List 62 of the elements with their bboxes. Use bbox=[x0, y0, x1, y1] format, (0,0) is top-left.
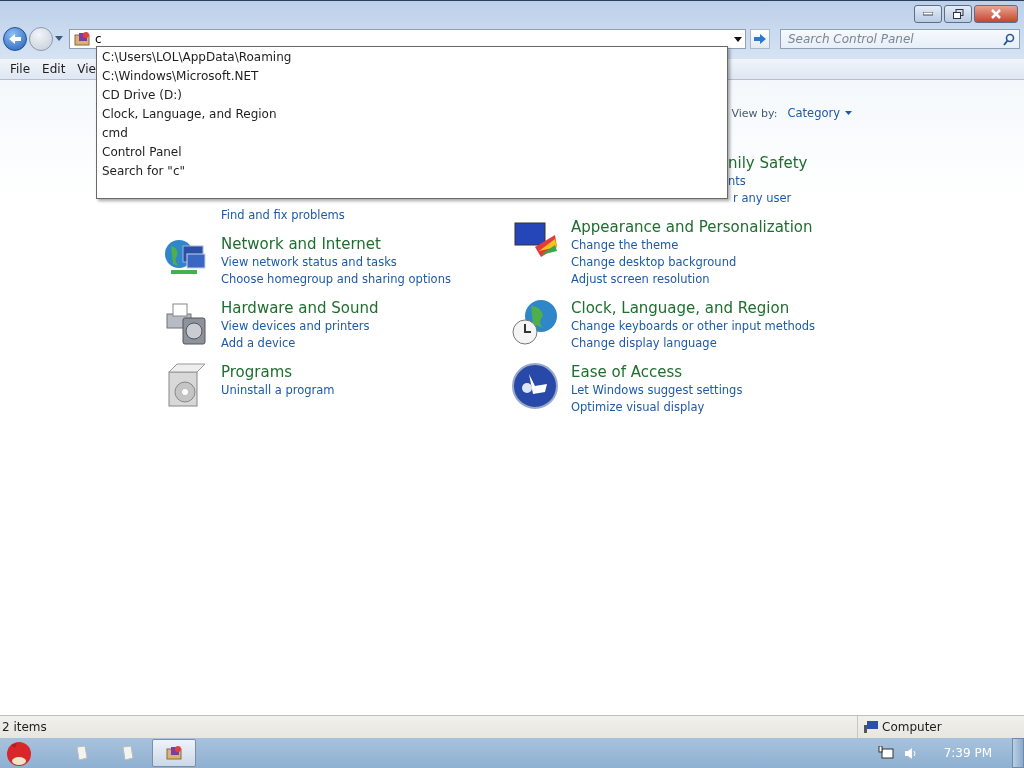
suggestion-item[interactable]: Search for "c" bbox=[97, 162, 727, 181]
minimize-icon bbox=[923, 11, 933, 16]
task-link[interactable]: Change keyboards or other input methods bbox=[571, 318, 816, 335]
suggestion-item[interactable]: CD Drive (D:) bbox=[97, 86, 727, 105]
category-title[interactable]: Hardware and Sound bbox=[221, 298, 379, 318]
task-link[interactable]: Choose homegroup and sharing options bbox=[221, 271, 451, 288]
show-desktop-button[interactable] bbox=[1012, 738, 1024, 768]
task-link[interactable]: Optimize visual display bbox=[571, 399, 705, 416]
menu-item[interactable]: Edit bbox=[36, 62, 72, 76]
restore-icon bbox=[952, 8, 964, 19]
control-panel-icon bbox=[165, 745, 183, 761]
restore-button[interactable] bbox=[944, 4, 972, 23]
task-link[interactable]: Uninstall a program bbox=[221, 382, 335, 399]
taskbar-button[interactable] bbox=[152, 739, 196, 767]
task-link[interactable]: Adjust screen resolution bbox=[571, 271, 710, 288]
task-link[interactable]: r any user bbox=[728, 190, 792, 207]
accessibility-icon bbox=[511, 362, 559, 410]
category-title[interactable]: Clock, Language, and Region bbox=[571, 298, 790, 318]
view-by-dropdown[interactable]: Category bbox=[787, 106, 852, 120]
globe-clock-icon bbox=[511, 298, 559, 346]
task-link[interactable]: Change desktop background bbox=[571, 254, 737, 271]
go-button[interactable] bbox=[750, 29, 770, 49]
task-link[interactable]: Find and fix problems bbox=[221, 207, 345, 224]
category-title[interactable]: Network and Internet bbox=[221, 234, 381, 254]
back-button[interactable] bbox=[3, 27, 27, 51]
right-arrow-icon bbox=[753, 33, 767, 45]
back-arrow-icon bbox=[8, 33, 22, 45]
category-title[interactable]: nily Safety bbox=[728, 153, 808, 173]
recent-pages-caret-icon[interactable] bbox=[55, 36, 63, 42]
suggestion-item[interactable]: cmd bbox=[97, 124, 727, 143]
category-title[interactable]: Ease of Access bbox=[571, 362, 683, 382]
task-link[interactable]: Let Windows suggest settings bbox=[571, 382, 743, 399]
suggestion-item[interactable]: C:\Windows\Microsoft.NET bbox=[97, 67, 727, 86]
task-link[interactable]: View network status and tasks bbox=[221, 254, 397, 271]
view-by-label: View by: bbox=[731, 106, 778, 120]
task-link[interactable]: nts bbox=[728, 173, 746, 190]
network-icon[interactable] bbox=[877, 746, 894, 760]
close-button[interactable] bbox=[974, 4, 1018, 23]
search-field[interactable]: Search Control Panel bbox=[780, 29, 1020, 49]
caret-icon bbox=[845, 111, 852, 115]
menu-item[interactable]: File bbox=[4, 62, 37, 76]
control-panel-icon bbox=[73, 31, 91, 47]
suggestion-item[interactable]: Clock, Language, and Region bbox=[97, 105, 727, 124]
document-icon bbox=[75, 745, 89, 761]
minimize-button[interactable] bbox=[914, 4, 942, 23]
search-icon bbox=[1003, 32, 1015, 46]
item-count: 2 items bbox=[1, 720, 48, 734]
category-title[interactable]: Programs bbox=[221, 362, 293, 382]
address-field[interactable]: c bbox=[69, 29, 746, 49]
document-icon bbox=[121, 745, 135, 761]
location-label: Computer bbox=[882, 720, 942, 734]
close-icon bbox=[991, 8, 1001, 19]
category-title[interactable]: Appearance and Personalization bbox=[571, 217, 813, 237]
suggestion-item[interactable]: C:\Users\LOL\AppData\Roaming bbox=[97, 48, 727, 67]
dropdown-caret-icon[interactable] bbox=[734, 36, 742, 42]
task-link[interactable]: Add a device bbox=[221, 335, 296, 352]
task-link[interactable]: View devices and printers bbox=[221, 318, 370, 335]
suggestion-item[interactable]: Control Panel bbox=[97, 143, 727, 162]
computer-icon bbox=[864, 721, 878, 733]
task-link[interactable]: Change display language bbox=[571, 335, 717, 352]
start-orb-icon bbox=[5, 739, 33, 767]
task-link[interactable]: Change the theme bbox=[571, 237, 679, 254]
